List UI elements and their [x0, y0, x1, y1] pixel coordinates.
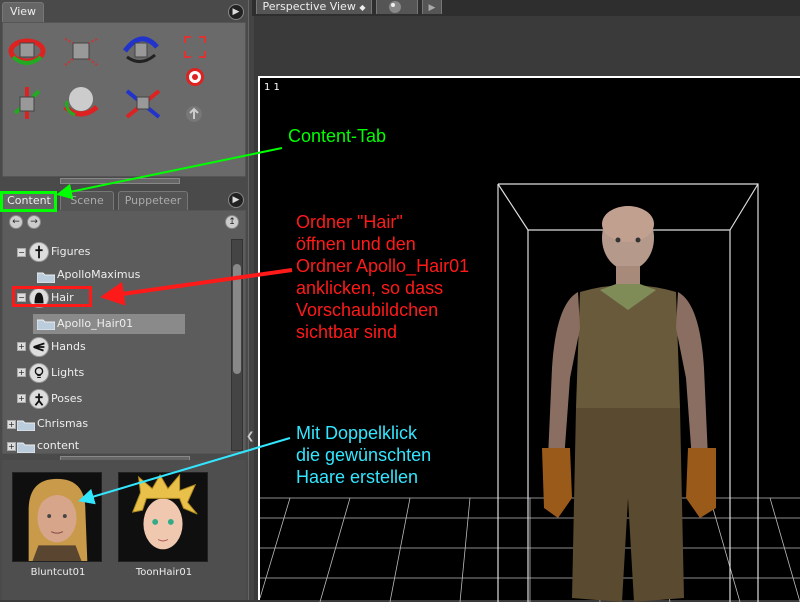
folder-icon	[17, 442, 35, 453]
folder-icon	[17, 420, 35, 431]
annotation-content-tab: Content-Tab	[288, 126, 387, 146]
tree-item-apollo-hair01[interactable]: Apollo_Hair01	[57, 314, 133, 334]
thumbnail-toonhair01[interactable]	[118, 472, 208, 562]
up-arrow-icon[interactable]	[185, 105, 203, 123]
orbit-tool-icon[interactable]	[121, 29, 161, 69]
annotation-line: Ordner "Hair"	[296, 212, 403, 232]
tree-item-poses[interactable]: Poses	[51, 389, 82, 409]
tree-expander[interactable]: −	[17, 248, 26, 257]
panel-divider[interactable]	[248, 0, 254, 600]
folder-icon	[37, 319, 55, 330]
tab-perspective-view[interactable]: Perspective View ◆	[256, 0, 372, 14]
content-library-panel: ← → ↥ − Figures ApolloMaximus − Hair Apo…	[2, 210, 246, 454]
tree-item-lights[interactable]: Lights	[51, 363, 84, 383]
translate-tool-icon[interactable]	[7, 83, 47, 123]
tree-expander[interactable]: +	[7, 442, 16, 451]
content-panel-menu-button[interactable]: ▶	[228, 192, 244, 208]
tree-scrollbar[interactable]	[231, 239, 243, 451]
pose-icon	[29, 389, 49, 409]
tab-puppeteer[interactable]: Puppeteer	[118, 191, 188, 211]
apollo-figure	[542, 206, 716, 602]
highlight-box-hair	[12, 286, 92, 307]
folder-icon	[37, 272, 55, 283]
thumbnail-bluntcut01[interactable]	[12, 472, 102, 562]
render-style-button[interactable]	[376, 0, 418, 14]
annotation-line: Vorschaubildchen	[296, 300, 439, 320]
twist-tool-icon[interactable]	[61, 81, 101, 121]
thumbnail-label: ToonHair01	[135, 567, 193, 578]
tab-view[interactable]: View	[2, 2, 44, 22]
annotation-line: sichtbar sind	[296, 322, 398, 342]
floor-grid	[260, 497, 800, 602]
tree-item-figures[interactable]: Figures	[51, 242, 90, 262]
frame-icon[interactable]	[183, 35, 207, 59]
scale-tool-icon[interactable]	[61, 31, 101, 71]
scrollbar-thumb[interactable]	[233, 264, 241, 374]
annotation-line: öffnen und den	[296, 234, 416, 254]
viewport-tab-label: Perspective View	[262, 0, 356, 13]
figure-icon	[29, 242, 49, 262]
tree-item-chrismas[interactable]: Chrismas	[37, 414, 88, 434]
tab-scene[interactable]: Scene	[60, 191, 114, 211]
up-folder-button[interactable]: ↥	[225, 215, 239, 229]
annotation-double-click: Mit Doppelklick die gewünschten Haare er…	[296, 422, 431, 488]
collapse-arrow-icon[interactable]: ❮	[246, 428, 254, 446]
annotation-line: Haare erstellen	[296, 467, 419, 487]
thumbnail-area: Bluntcut01 ToonHair01	[2, 460, 246, 600]
target-icon[interactable]	[185, 67, 205, 87]
hand-icon	[29, 337, 49, 357]
move-xyz-tool-icon[interactable]	[123, 83, 163, 123]
annotation-line: die gewünschten	[296, 445, 432, 465]
tree-item-hands[interactable]: Hands	[51, 337, 86, 357]
forward-button[interactable]: →	[27, 215, 41, 229]
lightbulb-icon	[29, 363, 49, 383]
tree-expander[interactable]: +	[7, 420, 16, 429]
tree-expander[interactable]: +	[17, 342, 26, 351]
tree-item-apollomaximus[interactable]: ApolloMaximus	[57, 265, 140, 285]
tree-expander[interactable]: +	[17, 394, 26, 403]
view-tools-panel	[2, 22, 246, 177]
annotation-line: Ordner Apollo_Hair01	[296, 256, 470, 276]
chevron-down-icon[interactable]: ◆	[359, 3, 365, 12]
view-panel-menu-button[interactable]: ▶	[228, 4, 244, 20]
annotation-hair-instructions: Ordner "Hair" öffnen und den Ordner Apol…	[296, 211, 469, 343]
thumbnail-label: Bluntcut01	[30, 567, 86, 578]
viewport-play-button[interactable]: ▶	[422, 0, 442, 14]
tree-item-content[interactable]: content	[37, 436, 79, 456]
back-button[interactable]: ←	[9, 215, 23, 229]
annotation-line: Mit Doppelklick	[296, 423, 418, 443]
tree-expander[interactable]: +	[17, 368, 26, 377]
sphere-icon	[389, 1, 401, 13]
annotation-line: anklicken, so dass	[296, 278, 444, 298]
highlight-box-content-tab	[0, 191, 57, 212]
panel-splitter[interactable]	[60, 178, 180, 184]
rotate-tool-icon[interactable]	[7, 31, 47, 71]
viewport-header: Perspective View ◆ ▶	[252, 0, 800, 16]
